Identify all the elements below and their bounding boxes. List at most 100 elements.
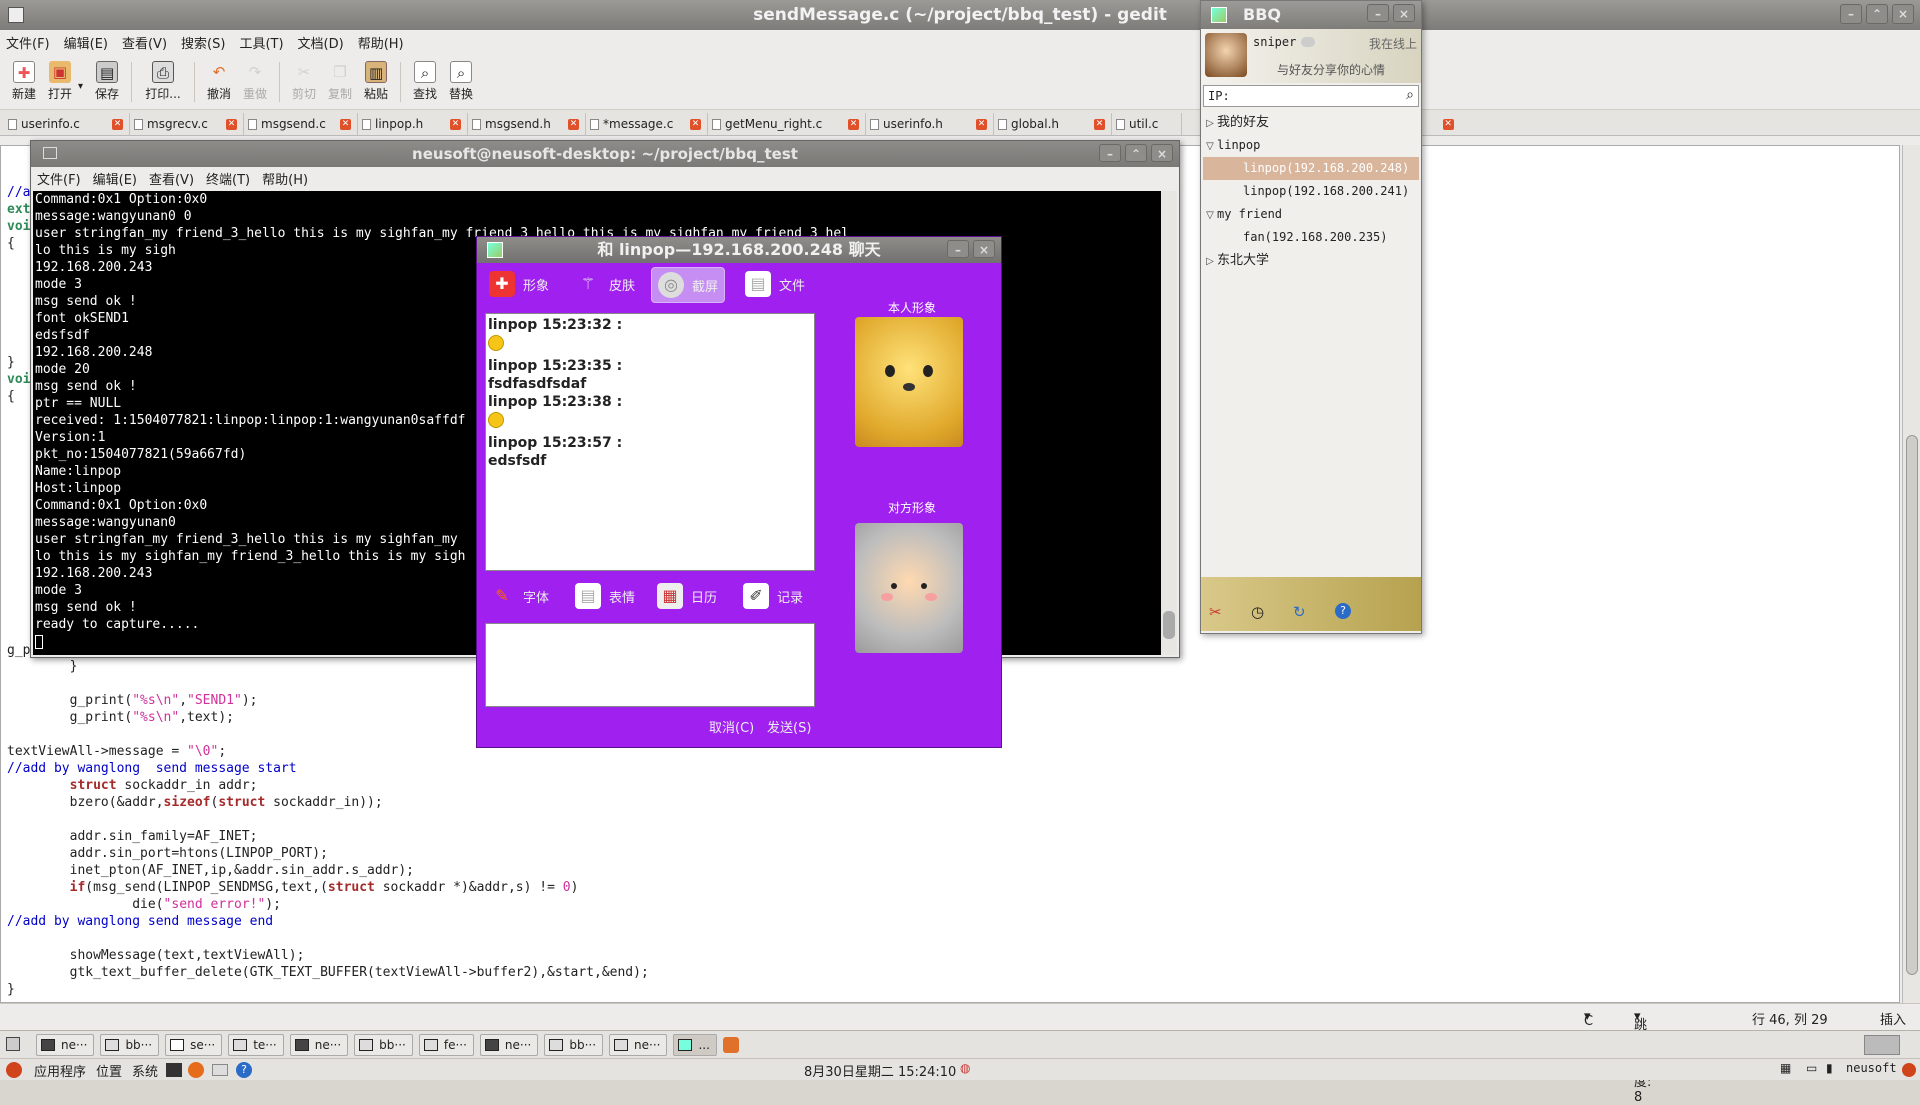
buddy-item[interactable]: fan(192.168.200.235) [1203,226,1419,249]
ubuntu-logo-icon[interactable] [6,1062,22,1078]
tab-close-icon[interactable]: ✕ [976,118,987,130]
tab-util-c[interactable]: util.c [1112,113,1182,135]
tab-linpop-h[interactable]: linpop.h ✕ [358,113,468,135]
new-button[interactable]: ✚ 新建 [6,61,42,102]
group-neu[interactable]: ▷ 东北大学 [1203,249,1419,272]
user-name[interactable]: neusoft [1846,1061,1897,1075]
avatar-tool-button[interactable]: ✚ 形象 [489,271,549,297]
minimize-icon[interactable]: – [1840,4,1862,24]
places-menu[interactable]: 位置 [96,1061,122,1080]
message-history[interactable]: linpop 15:23:32 : linpop 15:23:35 : fsdf… [485,313,815,571]
save-button[interactable]: ▤ 保存 [89,61,125,102]
open-button[interactable]: ▣ 打开 [42,61,78,102]
find-button[interactable]: ⌕ 查找 [407,61,443,102]
collapse-arrow-icon[interactable]: ▽ [1203,135,1217,158]
system-menu[interactable]: 系统 [132,1061,158,1080]
undo-button[interactable]: ↶ 撤消 [201,61,237,102]
tab-userinfo-h[interactable]: userinfo.h ✕ [866,113,994,135]
task-bbq[interactable]: bb··· [354,1033,413,1056]
trash-icon[interactable] [722,1036,739,1053]
task-te[interactable]: te··· [228,1033,284,1056]
menu-help[interactable]: 帮助(H) [262,169,308,188]
tab-close-icon[interactable]: ✕ [690,118,701,130]
help-icon[interactable]: ? [236,1062,252,1078]
tab-msgrecv-c[interactable]: msgrecv.c ✕ [130,113,244,135]
menu-edit[interactable]: 编辑(E) [93,169,137,188]
copy-button[interactable]: ❐ 复制 [322,61,358,102]
scrollbar-thumb[interactable] [1906,435,1918,975]
collapse-arrow-icon[interactable]: ▽ [1203,204,1217,227]
file-tool-button[interactable]: ▤ 文件 [745,271,805,297]
task-ne[interactable]: ne··· [609,1033,668,1056]
status-toggle-icon[interactable] [1301,37,1315,47]
ip-search-field[interactable]: IP: ⌕ [1203,85,1419,107]
gedit-titlebar[interactable]: sendMessage.c (~/project/bbq_test) - ged… [0,0,1920,30]
menu-documents[interactable]: 文档(D) [298,33,344,52]
group-linpop[interactable]: ▽ linpop [1203,134,1419,157]
mail-icon[interactable] [212,1064,228,1076]
maximize-icon[interactable]: ⌃ [1125,144,1147,162]
task-terminal[interactable]: ne··· [479,1033,539,1056]
chat-titlebar[interactable]: 和 linpop—192.168.200.248 聊天 – × [477,237,1001,263]
tab-msgsend-h[interactable]: msgsend.h ✕ [468,113,586,135]
show-desktop-icon[interactable] [6,1037,20,1051]
menu-view[interactable]: 查看(V) [149,169,194,188]
tab-close-icon[interactable]: ✕ [340,118,351,130]
close-icon[interactable]: × [1393,4,1415,22]
scrollbar-thumb[interactable] [1163,611,1175,639]
display-icon[interactable]: ▭ [1806,1061,1817,1075]
task-bbq[interactable]: bb··· [100,1033,160,1056]
calendar-tool-button[interactable]: ▦ 日历 [657,583,717,609]
menu-file[interactable]: 文件(F) [37,169,81,188]
tab-close-icon[interactable]: ✕ [848,118,859,130]
firefox-icon[interactable] [188,1062,204,1078]
tab-global-h[interactable]: global.h ✕ [994,113,1112,135]
print-button[interactable]: ⎙ 打印... [138,61,188,102]
expand-arrow-icon[interactable]: ▷ [1203,250,1217,273]
tab-close-icon[interactable]: ✕ [1094,118,1105,130]
power-icon[interactable] [1902,1063,1916,1077]
group-my-friend[interactable]: ▽ my friend [1203,203,1419,226]
paste-button[interactable]: ▥ 粘贴 [358,61,394,102]
task-terminal[interactable]: ne··· [289,1033,349,1056]
tab-close-icon[interactable]: ✕ [112,118,123,130]
skin-tool-button[interactable]: ⚚ 皮肤 [575,271,635,297]
redo-button[interactable]: ↷ 重做 [237,61,273,102]
search-icon[interactable]: ⌕ [1406,87,1414,103]
task-bbq-active[interactable]: ... [673,1033,717,1056]
menu-edit[interactable]: 编辑(E) [64,33,108,52]
tab-message-c[interactable]: *message.c ✕ [586,113,708,135]
close-icon[interactable]: × [1151,144,1173,162]
buddy-item[interactable]: linpop(192.168.200.248) [1203,157,1419,180]
clock[interactable]: 8月30日星期二 15:24:10 [804,1061,956,1080]
tab-close-icon[interactable]: ✕ [1442,118,1454,130]
network-icon[interactable]: ▦ [1780,1061,1791,1075]
tab-close-icon[interactable]: ✕ [226,118,237,130]
menu-search[interactable]: 搜索(S) [181,33,225,52]
volume-muted-icon[interactable]: ◍ [960,1061,970,1075]
maximize-icon[interactable]: ⌃ [1866,4,1888,24]
tab-width-selector[interactable]: 跳格宽度: 8 ▾ [1634,1009,1651,1105]
task-bbq[interactable]: bb··· [544,1033,604,1056]
expand-arrow-icon[interactable]: ▷ [1203,112,1217,135]
replace-button[interactable]: ⌕ 替换 [443,61,479,102]
terminal-scrollbar[interactable] [1161,191,1177,655]
menu-terminal[interactable]: 终端(T) [206,169,250,188]
online-status[interactable]: 我在线上 [1369,35,1417,52]
tab-getmenu-right-c[interactable]: getMenu_right.c ✕ [708,113,866,135]
task-terminal[interactable]: ne··· [36,1033,95,1056]
user-avatar[interactable] [1205,33,1247,77]
screenshot-tool-button[interactable]: ◎ 截屏 [651,267,726,303]
menu-view[interactable]: 查看(V) [122,33,167,52]
menu-help[interactable]: 帮助(H) [358,33,404,52]
workspace-switcher[interactable] [1864,1035,1900,1055]
close-icon[interactable]: × [1892,4,1914,24]
font-tool-button[interactable]: ✎ 字体 [489,583,549,609]
send-button[interactable]: 发送(S) [767,717,811,736]
tab-msgsend-c[interactable]: msgsend.c ✕ [244,113,358,135]
close-icon[interactable]: × [973,240,995,258]
bbq-titlebar[interactable]: BBQ – × [1201,1,1421,29]
applications-menu[interactable]: 应用程序 [34,1061,86,1080]
open-dropdown-icon[interactable]: ▾ [78,81,83,92]
refresh-icon[interactable]: ↻ [1293,603,1306,621]
